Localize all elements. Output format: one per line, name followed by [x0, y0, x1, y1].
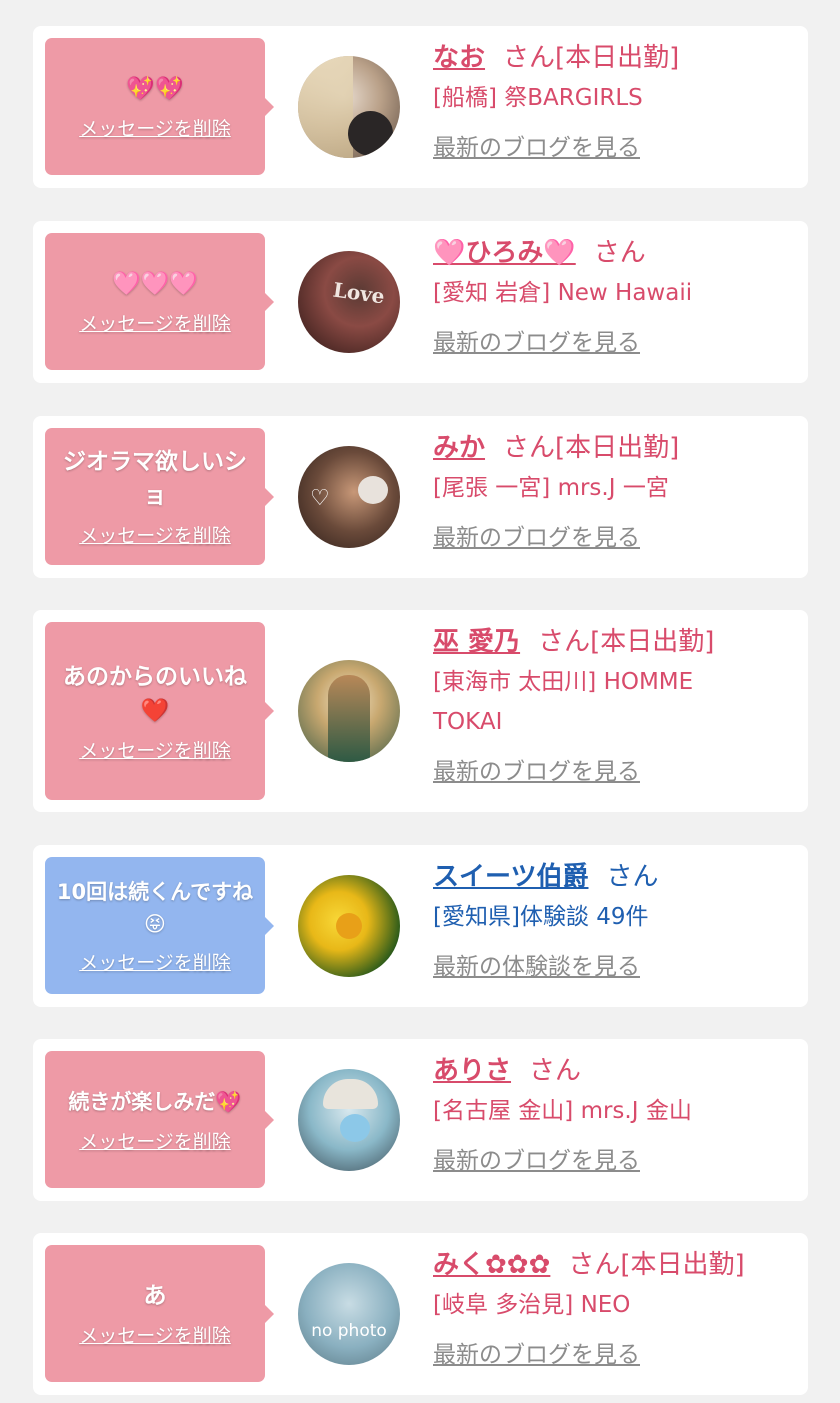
blog-link[interactable]: 最新のブログを見る	[433, 1141, 640, 1181]
avatar[interactable]	[298, 660, 400, 762]
message-list: 💖💖 メッセージを削除 なお さん[本日出勤] [船橋] 祭BARGIRLS 最新…	[0, 0, 840, 1403]
card-info: みか さん[本日出勤] [尾張 一宮] mrs.J 一宮 最新のブログを見る	[433, 428, 803, 558]
name-row: スイーツ伯爵 さん	[433, 857, 803, 897]
message-bubble: 🩷🩷🩷 メッセージを削除	[45, 233, 274, 370]
message-text: 🩷🩷🩷	[112, 271, 198, 297]
message-card: 続きが楽しみだ💖 メッセージを削除 ありさ さん [名古屋 金山] mrs.J 金…	[33, 1039, 808, 1201]
avatar[interactable]	[298, 56, 400, 158]
message-card: あ メッセージを削除 no photo みく✿✿✿ さん[本日出勤] [岐阜 多治…	[33, 1233, 808, 1395]
review-link[interactable]: 最新の体験談を見る	[433, 947, 640, 987]
flower-photo-center	[336, 913, 362, 939]
san-label: さん	[503, 433, 556, 463]
cast-name-link[interactable]: みか	[433, 433, 485, 463]
avatar[interactable]: no photo	[298, 1263, 400, 1365]
san-label: さん	[503, 43, 556, 73]
status-label: [本日出勤]	[555, 433, 680, 463]
status-label: [本日出勤]	[620, 1250, 745, 1280]
message-text: あ	[143, 1283, 167, 1309]
name-row: なお さん[本日出勤]	[433, 38, 803, 78]
cast-name-link[interactable]: みく✿✿✿	[433, 1250, 550, 1280]
avatar[interactable]	[298, 875, 400, 977]
shop-text: [岐阜 多治見] NEO	[433, 1292, 631, 1318]
shop-text: [船橋] 祭BARGIRLS	[433, 85, 643, 111]
message-bubble: 10回は続くんですね😝 メッセージを削除	[45, 857, 274, 994]
delete-message-link[interactable]: メッセージを削除	[79, 948, 231, 975]
blog-link[interactable]: 最新のブログを見る	[433, 518, 640, 558]
shop-text: [愛知 岩倉] New Hawaii	[433, 280, 693, 306]
cast-name-link[interactable]: 🩷ひろみ🩷	[433, 238, 576, 268]
avatar-photo-figure	[328, 675, 370, 762]
card-info: 🩷ひろみ🩷 さん [愛知 岩倉] New Hawaii 最新のブログを見る	[433, 233, 803, 363]
avatar[interactable]	[298, 1069, 400, 1171]
message-text: 💖💖	[126, 76, 184, 102]
message-bubble: 続きが楽しみだ💖 メッセージを削除	[45, 1051, 274, 1188]
heart-sticker-icon: ♡	[310, 486, 330, 511]
message-bubble: ジオラマ欲しいショ メッセージを削除	[45, 428, 274, 565]
card-info: ありさ さん [名古屋 金山] mrs.J 金山 最新のブログを見る	[433, 1051, 803, 1181]
avatar-photo-text: Love	[331, 277, 387, 309]
message-card: ジオラマ欲しいショ メッセージを削除 ♡ みか さん[本日出勤] [尾張 一宮] …	[33, 416, 808, 578]
blog-link[interactable]: 最新のブログを見る	[433, 323, 640, 363]
delete-message-link[interactable]: メッセージを削除	[79, 1321, 231, 1348]
blog-link[interactable]: 最新のブログを見る	[433, 752, 640, 792]
card-info: みく✿✿✿ さん[本日出勤] [岐阜 多治見] NEO 最新のブログを見る	[433, 1245, 803, 1375]
card-info: 巫 愛乃 さん[本日出勤] [東海市 太田川] HOMME TOKAI 最新のブロ…	[433, 622, 803, 792]
message-text: あのからのいいね❤️	[63, 663, 247, 724]
avatar-photo-cap	[323, 1079, 378, 1109]
cast-name-link[interactable]: ありさ	[433, 1056, 511, 1086]
message-text: ジオラマ欲しいショ	[63, 449, 247, 509]
san-label: さん	[568, 1250, 621, 1280]
no-photo-label: no photo	[311, 1321, 387, 1341]
card-info: なお さん[本日出勤] [船橋] 祭BARGIRLS 最新のブログを見る	[433, 38, 803, 168]
name-row: みく✿✿✿ さん[本日出勤]	[433, 1245, 803, 1285]
delete-message-link[interactable]: メッセージを削除	[79, 736, 231, 763]
shop-text: [名古屋 金山] mrs.J 金山	[433, 1098, 692, 1124]
avatar-photo-dog	[348, 111, 393, 156]
review-count-text: [愛知県]体験談 49件	[433, 904, 649, 930]
cast-name-link[interactable]: 巫 愛乃	[433, 627, 520, 657]
message-bubble: あ メッセージを削除	[45, 1245, 274, 1382]
message-card: 10回は続くんですね😝 メッセージを削除 スイーツ伯爵 さん [愛知県]体験談 4…	[33, 845, 808, 1007]
cast-name-link[interactable]: なお	[433, 43, 485, 73]
message-card: 💖💖 メッセージを削除 なお さん[本日出勤] [船橋] 祭BARGIRLS 最新…	[33, 26, 808, 188]
name-row: みか さん[本日出勤]	[433, 428, 803, 468]
card-info: スイーツ伯爵 さん [愛知県]体験談 49件 最新の体験談を見る	[433, 857, 803, 987]
message-text: 続きが楽しみだ💖	[68, 1090, 242, 1114]
name-row: 巫 愛乃 さん[本日出勤]	[433, 622, 803, 662]
name-row: 🩷ひろみ🩷 さん	[433, 233, 803, 273]
name-row: ありさ さん	[433, 1051, 803, 1091]
shop-text: [尾張 一宮] mrs.J 一宮	[433, 475, 669, 501]
delete-message-link[interactable]: メッセージを削除	[79, 309, 231, 336]
avatar-photo-hair	[298, 56, 353, 158]
delete-message-link[interactable]: メッセージを削除	[79, 521, 231, 548]
blog-link[interactable]: 最新のブログを見る	[433, 1335, 640, 1375]
reviewer-name-link[interactable]: スイーツ伯爵	[433, 862, 588, 892]
message-bubble: あのからのいいね❤️ メッセージを削除	[45, 622, 274, 800]
message-text: 10回は続くんですね😝	[56, 880, 254, 936]
message-bubble: 💖💖 メッセージを削除	[45, 38, 274, 175]
san-label: さん	[606, 862, 659, 892]
san-label: さん	[593, 238, 646, 268]
san-label: さん	[529, 1056, 582, 1086]
blog-link[interactable]: 最新のブログを見る	[433, 128, 640, 168]
avatar[interactable]: Love	[298, 251, 400, 353]
delete-message-link[interactable]: メッセージを削除	[79, 114, 231, 141]
message-card: 🩷🩷🩷 メッセージを削除 Love 🩷ひろみ🩷 さん [愛知 岩倉] New Ha…	[33, 221, 808, 383]
message-card: あのからのいいね❤️ メッセージを削除 巫 愛乃 さん[本日出勤] [東海市 太田…	[33, 610, 808, 812]
status-label: [本日出勤]	[555, 43, 680, 73]
avatar-photo-face-sticker	[340, 1114, 370, 1142]
delete-message-link[interactable]: メッセージを削除	[79, 1127, 231, 1154]
avatar[interactable]: ♡	[298, 446, 400, 548]
cat-sticker-icon	[358, 476, 388, 504]
san-label: さん	[538, 627, 591, 657]
shop-text: [東海市 太田川] HOMME TOKAI	[433, 669, 694, 735]
status-label: [本日出勤]	[590, 627, 715, 657]
